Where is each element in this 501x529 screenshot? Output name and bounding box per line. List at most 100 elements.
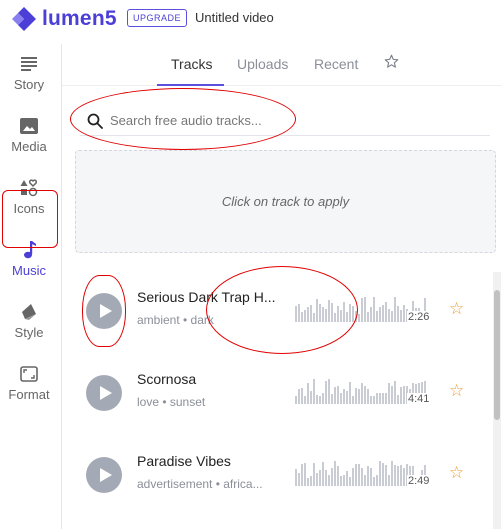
waveform-bar (385, 465, 387, 486)
audio-search (80, 106, 490, 136)
track-duration: 2:26 (407, 311, 431, 323)
waveform-bar (373, 477, 375, 486)
waveform-bar (379, 461, 381, 486)
image-icon (19, 116, 39, 136)
waveform-bar (316, 395, 318, 404)
play-button[interactable] (86, 375, 122, 411)
waveform-bar (316, 299, 318, 322)
waveform-bar (298, 304, 300, 322)
sidebar-item-story[interactable]: Story (0, 44, 58, 102)
waveform-bar (352, 468, 354, 486)
drop-zone-text: Click on track to apply (221, 194, 350, 209)
logo-text: lumen5 (42, 7, 117, 30)
waveform-bar (397, 306, 399, 322)
tab-tracks[interactable]: Tracks (171, 56, 212, 72)
waveform-bar (376, 311, 378, 322)
waveform-bar (388, 309, 390, 322)
waveform-bar (361, 468, 363, 486)
active-tab-indicator (157, 84, 224, 86)
search-input[interactable] (110, 113, 470, 128)
star-outline-icon (384, 54, 399, 68)
format-icon (19, 364, 39, 384)
waveform-bar (328, 300, 330, 322)
waveform-bar (331, 468, 333, 486)
waveform-bar (400, 310, 402, 322)
waveform-bar (352, 396, 354, 404)
waveform-bar (361, 383, 363, 404)
waveform-bar (304, 463, 306, 486)
tab-favorites[interactable] (384, 54, 399, 72)
track-list: Serious Dark Trap H... ambient • dark 2:… (75, 272, 490, 529)
shapes-icon (19, 178, 39, 198)
list-item[interactable]: Paradise Vibes advertisement • africa...… (75, 436, 490, 518)
waveform-bar (364, 386, 366, 404)
tab-recent[interactable]: Recent (314, 56, 358, 72)
upgrade-button[interactable]: UPGRADE (127, 9, 188, 27)
waveform-bar (376, 393, 378, 404)
waveform-bar (367, 466, 369, 486)
waveform-bar (394, 381, 396, 404)
favorite-star-icon[interactable]: ☆ (449, 382, 465, 399)
waveform-bar (358, 389, 360, 404)
waveform-bar (313, 463, 315, 486)
waveform-bar (322, 462, 324, 486)
waveform-bar (349, 382, 351, 404)
track-drop-zone[interactable]: Click on track to apply (75, 150, 496, 253)
waveform-bar (358, 314, 360, 322)
waveform-bar (295, 396, 297, 404)
favorite-star-icon[interactable]: ☆ (449, 300, 465, 317)
list-item[interactable]: Serious Dark Trap H... ambient • dark 2:… (75, 272, 490, 354)
waveform-bar (334, 461, 336, 486)
waveform-bar (313, 379, 315, 404)
sidebar-item-label: Style (14, 325, 44, 340)
waveform-bar (364, 297, 366, 322)
waveform-bar (319, 304, 321, 322)
waveform-bar (403, 468, 405, 486)
tab-uploads[interactable]: Uploads (237, 56, 288, 72)
sidebar-item-format[interactable]: Format (0, 354, 58, 412)
track-title: Paradise Vibes (137, 453, 231, 469)
waveform-bar (340, 476, 342, 486)
sidebar-item-music[interactable]: Music (0, 230, 58, 288)
track-tags: ambient • dark (137, 313, 214, 327)
waveform-bar (388, 475, 390, 486)
track-title: Serious Dark Trap H... (137, 289, 276, 305)
waveform-bar (397, 395, 399, 404)
waveform-bar (319, 470, 321, 486)
favorite-star-icon[interactable]: ☆ (449, 464, 465, 481)
waveform-bar (298, 389, 300, 404)
waveform-bar (340, 393, 342, 404)
waveform-bar (307, 307, 309, 322)
waveform-bar (397, 466, 399, 486)
waveform-bar (391, 461, 393, 486)
sidebar-item-style[interactable]: Style (0, 292, 58, 350)
play-button[interactable] (86, 293, 122, 329)
sidebar-item-media[interactable]: Media (0, 106, 58, 164)
lumen5-logo[interactable]: lumen5 (10, 6, 120, 32)
play-button[interactable] (86, 457, 122, 493)
waveform-bar (343, 302, 345, 322)
sidebar-item-label: Media (11, 139, 47, 154)
waveform-bar (364, 475, 366, 486)
waveform-bar (373, 396, 375, 404)
lumen5-logo-icon (12, 7, 36, 31)
waveform-bar (310, 391, 312, 404)
sidebar-item-icons[interactable]: Icons (0, 168, 58, 226)
waveform-bar (370, 396, 372, 404)
waveform-bar (334, 387, 336, 404)
list-item[interactable]: Scornosa love • sunset 4:41 ☆ (75, 354, 490, 436)
waveform-bar (310, 476, 312, 486)
waveform-bar (355, 311, 357, 322)
waveform-bar (304, 310, 306, 322)
waveform-bar (355, 464, 357, 486)
sidebar-item-label: Icons (13, 201, 45, 216)
scrollbar-thumb[interactable] (494, 290, 500, 420)
waveform-bar (319, 396, 321, 404)
video-title[interactable]: Untitled video (195, 10, 274, 25)
waveform-bar (340, 310, 342, 322)
waveform-bar (367, 312, 369, 322)
waveform-bar (388, 383, 390, 404)
waveform-bar (310, 305, 312, 322)
waveform-bar (349, 477, 351, 486)
sidebar-item-label: Music (12, 263, 46, 278)
